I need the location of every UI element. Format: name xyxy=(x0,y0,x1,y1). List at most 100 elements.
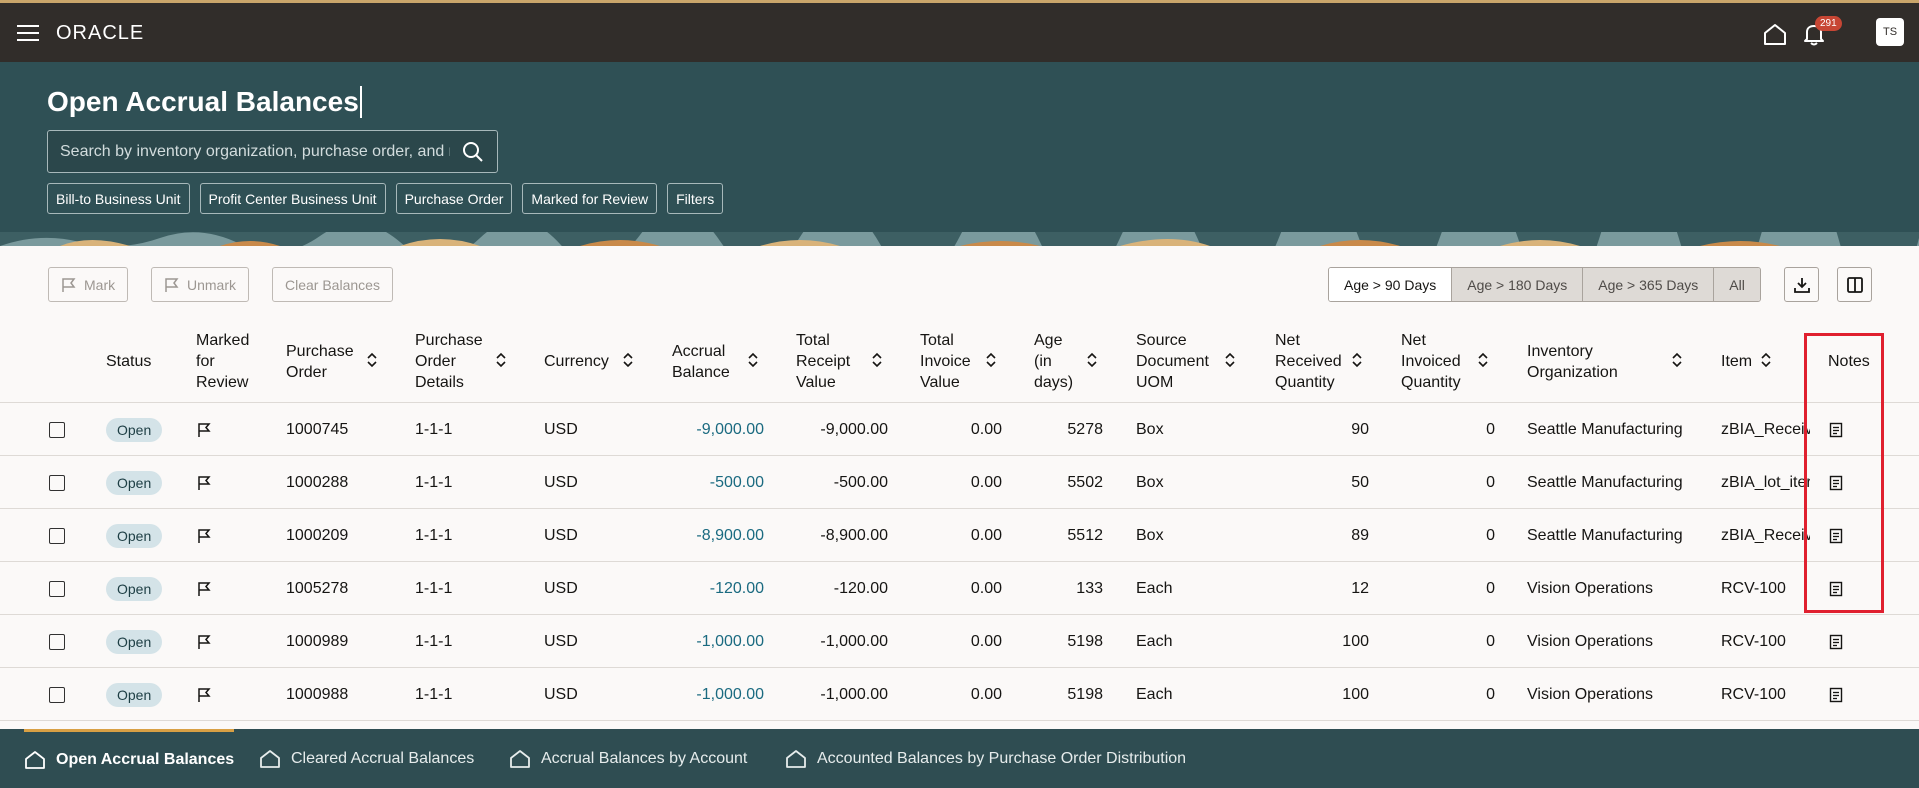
sort-icon[interactable] xyxy=(985,352,997,368)
chip-profit-center-business-unit[interactable]: Profit Center Business Unit xyxy=(199,183,386,214)
tab-accrual-balances-by-account[interactable]: Accrual Balances by Account xyxy=(509,729,747,788)
home-icon xyxy=(260,749,280,768)
sort-icon[interactable] xyxy=(366,352,378,368)
col-item[interactable]: Item xyxy=(1721,351,1752,372)
user-avatar[interactable]: TS xyxy=(1876,18,1904,46)
flag-icon[interactable] xyxy=(196,403,212,456)
receipt-value-cell: -9,000.00 xyxy=(820,420,888,438)
col-age[interactable]: Age (in days) xyxy=(1034,330,1076,393)
search-input[interactable] xyxy=(60,141,450,163)
invoice-value-cell: 0.00 xyxy=(970,526,1002,544)
inventory-org-cell: Seattle Manufacturing xyxy=(1527,526,1683,544)
home-icon xyxy=(786,749,806,768)
accrual-balance-link[interactable]: -9,000.00 xyxy=(664,403,764,456)
clear-balances-button[interactable]: Clear Balances xyxy=(272,267,393,302)
flag-icon[interactable] xyxy=(196,509,212,562)
accrual-balance-link[interactable]: -500.00 xyxy=(664,456,764,509)
age-filter-all[interactable]: All xyxy=(1713,268,1760,301)
col-source-document-uom[interactable]: Source Document UOM xyxy=(1136,330,1216,393)
columns-button[interactable] xyxy=(1837,267,1872,302)
net-received-cell: 90 xyxy=(1351,420,1369,438)
net-received-cell: 100 xyxy=(1342,632,1369,650)
sort-icon[interactable] xyxy=(1760,352,1772,368)
notes-icon[interactable] xyxy=(1829,562,1843,615)
age-cell: 5198 xyxy=(1067,685,1103,703)
search-icon[interactable] xyxy=(461,140,485,164)
accrual-balance-link[interactable]: -8,900.00 xyxy=(664,509,764,562)
col-total-receipt-value[interactable]: Total Receipt Value xyxy=(796,330,866,393)
purchase-order-cell: 1000988 xyxy=(286,685,349,703)
home-icon xyxy=(510,749,530,768)
age-filter-180[interactable]: Age > 180 Days xyxy=(1451,268,1583,301)
oracle-logo: ORACLE xyxy=(56,22,145,44)
tab-open-accrual-balances[interactable]: Open Accrual Balances xyxy=(24,729,235,788)
age-filter-365[interactable]: Age > 365 Days xyxy=(1582,268,1714,301)
mark-button[interactable]: Mark xyxy=(48,267,129,302)
accrual-balance-link[interactable]: -1,000.00 xyxy=(664,668,764,721)
sort-icon[interactable] xyxy=(1351,352,1363,368)
table-row[interactable]: Open 1000209 1-1-1 USD -8,900.00 -8,900.00 0.0… xyxy=(0,509,1919,562)
col-accrual-balance[interactable]: Accrual Balance xyxy=(672,341,742,383)
receipt-value-cell: -1,000.00 xyxy=(820,632,888,650)
table-row[interactable]: Open 1000989 1-1-1 USD -1,000.00 -1,000.00 0.0… xyxy=(0,615,1919,668)
col-purchase-order[interactable]: Purchase Order xyxy=(286,341,356,383)
uom-cell: Each xyxy=(1136,685,1173,703)
sort-icon[interactable] xyxy=(1086,352,1098,368)
table-row[interactable]: Open 1000988 1-1-1 USD -1,000.00 -1,000.00 0.0… xyxy=(0,668,1919,721)
table-row[interactable]: Open 1005278 1-1-1 USD -120.00 -120.00 0.00 133… xyxy=(0,562,1919,615)
col-inventory-organization[interactable]: Inventory Organization xyxy=(1527,341,1627,383)
col-net-invoiced-quantity[interactable]: Net Invoiced Quantity xyxy=(1401,330,1476,393)
chip-marked-for-review[interactable]: Marked for Review xyxy=(522,183,658,214)
col-net-received-quantity[interactable]: Net Received Quantity xyxy=(1275,330,1350,393)
age-filter-90[interactable]: Age > 90 Days xyxy=(1329,268,1452,301)
purchase-order-cell: 1005278 xyxy=(286,579,349,597)
unmark-button[interactable]: Unmark xyxy=(151,267,250,302)
sort-icon[interactable] xyxy=(1671,352,1683,368)
notes-icon[interactable] xyxy=(1829,456,1843,509)
net-invoiced-cell: 0 xyxy=(1486,526,1495,544)
row-checkbox[interactable] xyxy=(49,580,65,597)
notes-icon[interactable] xyxy=(1829,403,1843,456)
row-checkbox[interactable] xyxy=(49,474,65,491)
row-checkbox[interactable] xyxy=(49,527,65,544)
table-row[interactable]: Open 1000288 1-1-1 USD -500.00 -500.00 0.00 550… xyxy=(0,456,1919,509)
row-select-cell xyxy=(49,562,65,615)
sort-icon[interactable] xyxy=(1477,352,1489,368)
sort-icon[interactable] xyxy=(622,352,634,368)
chip-purchase-order[interactable]: Purchase Order xyxy=(395,183,513,214)
row-checkbox[interactable] xyxy=(49,686,65,703)
flag-icon[interactable] xyxy=(196,668,212,721)
tab-cleared-accrual-balances[interactable]: Cleared Accrual Balances xyxy=(259,729,474,788)
col-purchase-order-details[interactable]: Purchase Order Details xyxy=(415,330,487,393)
chip-filters[interactable]: Filters xyxy=(667,183,724,214)
accrual-balance-link[interactable]: -1,000.00 xyxy=(664,615,764,668)
flag-icon[interactable] xyxy=(196,615,212,668)
po-details-cell: 1-1-1 xyxy=(415,579,453,597)
row-checkbox[interactable] xyxy=(49,421,65,438)
chip-bill-to-business-unit[interactable]: Bill-to Business Unit xyxy=(47,183,190,214)
table-header-row: Status Marked for Review Purchase Order … xyxy=(0,320,1919,403)
row-select-cell xyxy=(49,615,65,668)
col-currency[interactable]: Currency xyxy=(544,351,609,372)
table-row[interactable]: Open 1000745 1-1-1 USD -9,000.00 -9,000.00 0.0… xyxy=(0,403,1919,456)
accrual-balance-link[interactable]: -120.00 xyxy=(664,562,764,615)
download-button[interactable] xyxy=(1784,267,1819,302)
status-cell: Open xyxy=(106,456,163,509)
net-invoiced-cell: 0 xyxy=(1486,473,1495,491)
menu-icon[interactable] xyxy=(17,25,39,41)
flag-icon[interactable] xyxy=(196,456,212,509)
notes-icon[interactable] xyxy=(1829,668,1843,721)
sort-icon[interactable] xyxy=(871,352,883,368)
home-icon[interactable] xyxy=(1762,22,1788,46)
sort-icon[interactable] xyxy=(747,352,759,368)
notes-icon[interactable] xyxy=(1829,509,1843,562)
sort-icon[interactable] xyxy=(495,352,507,368)
flag-icon[interactable] xyxy=(196,562,212,615)
notes-icon[interactable] xyxy=(1829,615,1843,668)
sort-icon[interactable] xyxy=(1224,352,1236,368)
tab-accounted-balances-by-po-distribution[interactable]: Accounted Balances by Purchase Order Dis… xyxy=(785,729,1186,788)
col-total-invoice-value[interactable]: Total Invoice Value xyxy=(920,330,982,393)
row-checkbox[interactable] xyxy=(49,633,65,650)
global-header: ORACLE 291 TS xyxy=(0,0,1919,62)
net-invoiced-cell: 0 xyxy=(1486,420,1495,438)
